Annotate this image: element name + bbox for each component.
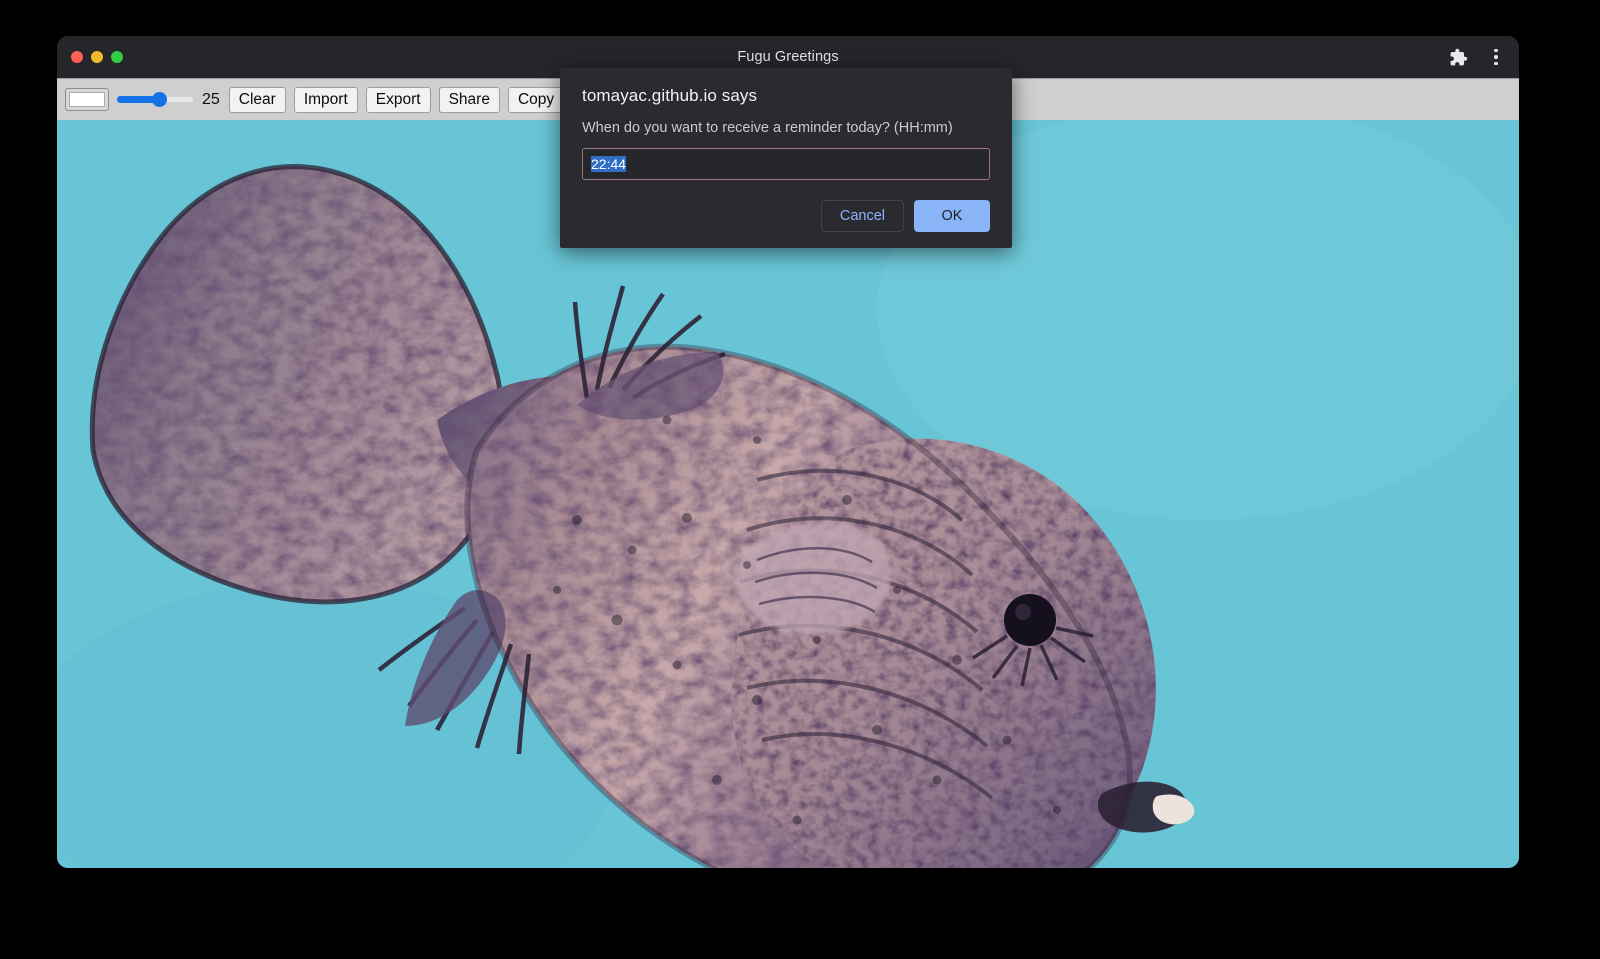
dialog-origin-label: tomayac.github.io says <box>582 86 990 106</box>
copy-button[interactable]: Copy <box>508 87 564 113</box>
export-button[interactable]: Export <box>366 87 431 113</box>
import-button[interactable]: Import <box>294 87 358 113</box>
maximize-window-button[interactable] <box>111 51 123 63</box>
color-picker[interactable] <box>65 88 109 111</box>
javascript-prompt-dialog: tomayac.github.io says When do you want … <box>560 68 1012 248</box>
slider-value-label: 25 <box>202 91 221 109</box>
extensions-icon[interactable] <box>1447 46 1469 68</box>
close-window-button[interactable] <box>71 51 83 63</box>
minimize-window-button[interactable] <box>91 51 103 63</box>
slider-thumb[interactable] <box>152 92 167 107</box>
share-button[interactable]: Share <box>439 87 500 113</box>
browser-window: Fugu Greetings 25 Clear <box>57 36 1519 868</box>
clear-button[interactable]: Clear <box>229 87 286 113</box>
dialog-message: When do you want to receive a reminder t… <box>582 120 990 136</box>
cancel-button[interactable]: Cancel <box>821 200 904 232</box>
screen: Fugu Greetings 25 Clear <box>0 0 1600 959</box>
dialog-text-input[interactable] <box>582 148 990 180</box>
titlebar-actions <box>1447 36 1507 78</box>
traffic-lights <box>71 36 123 78</box>
browser-menu-icon[interactable] <box>1485 46 1507 68</box>
line-width-slider[interactable] <box>117 89 194 111</box>
ok-button[interactable]: OK <box>914 200 990 232</box>
dialog-button-row: Cancel OK <box>582 200 990 232</box>
